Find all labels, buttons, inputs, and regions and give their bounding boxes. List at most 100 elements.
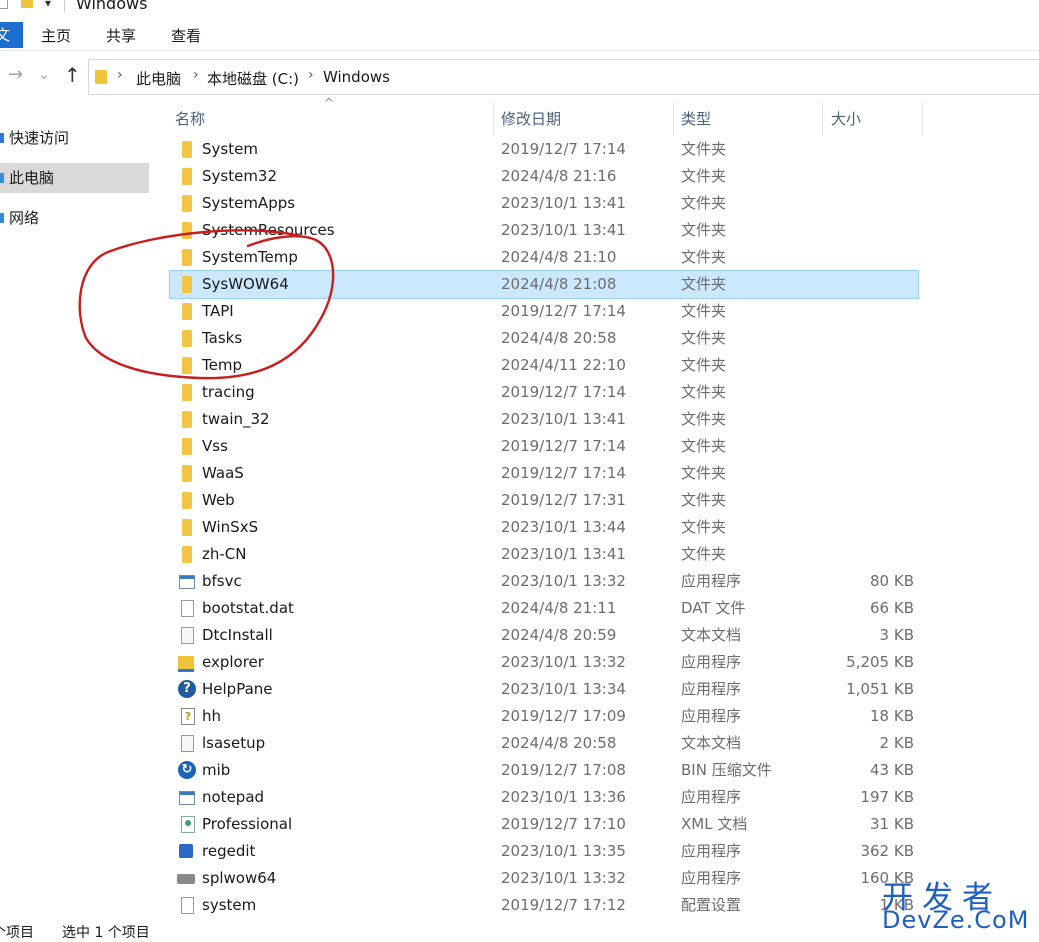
file-type: 应用程序 (681, 707, 742, 725)
file-name: lsasetup (202, 734, 266, 752)
folder-icon (182, 411, 192, 428)
breadcrumb-windows[interactable]: Windows (323, 68, 390, 86)
file-date: 2019/12/7 17:14 (501, 383, 626, 401)
sidebar-item-label: 快速访问 (9, 129, 70, 147)
file-name: Web (202, 491, 235, 509)
properties-icon[interactable] (0, 0, 8, 9)
file-row[interactable]: System32 2024/4/8 21:16 文件夹 (170, 163, 918, 190)
file-row[interactable]: Temp 2024/4/11 22:10 文件夹 (170, 352, 918, 379)
file-row[interactable]: system 2019/12/7 17:12 配置设置 1 KB (170, 892, 918, 919)
up-arrow-icon[interactable]: ↑ (64, 63, 81, 87)
file-size: 362 KB (860, 842, 914, 860)
file-row[interactable]: bfsvc 2023/10/1 13:32 应用程序 80 KB (170, 568, 918, 595)
file-type: 文件夹 (681, 437, 727, 455)
navigation-bar: → ⌄ ↑ › 此电脑 › 本地磁盘 (C:) › Windows (0, 56, 1039, 98)
file-date: 2023/10/1 13:41 (501, 221, 626, 239)
file-date: 2023/10/1 13:41 (501, 545, 626, 563)
file-row[interactable]: ? HelpPane 2023/10/1 13:34 应用程序 1,051 KB (170, 676, 918, 703)
settings-file-icon (181, 897, 194, 914)
tab-share[interactable]: 共享 (106, 25, 136, 46)
file-row[interactable]: Vss 2019/12/7 17:14 文件夹 (170, 433, 918, 460)
quick-access-dropdown-icon[interactable]: ▾ (45, 0, 51, 10)
file-date: 2023/10/1 13:35 (501, 842, 626, 860)
file-row[interactable]: SystemResources 2023/10/1 13:41 文件夹 (170, 217, 918, 244)
column-divider[interactable] (673, 102, 674, 136)
folder-icon (182, 519, 192, 536)
column-divider[interactable] (493, 102, 494, 136)
column-header-type[interactable]: 类型 (681, 102, 711, 136)
file-row[interactable]: ? hh 2019/12/7 17:09 应用程序 18 KB (170, 703, 918, 730)
file-date: 2019/12/7 17:14 (501, 140, 626, 158)
address-bar[interactable]: › 此电脑 › 本地磁盘 (C:) › Windows (88, 59, 1039, 95)
folder-icon (182, 141, 192, 158)
file-row[interactable]: notepad 2023/10/1 13:36 应用程序 197 KB (170, 784, 918, 811)
file-row[interactable]: SystemApps 2023/10/1 13:41 文件夹 (170, 190, 918, 217)
file-date: 2019/12/7 17:10 (501, 815, 626, 833)
file-name: WaaS (202, 464, 244, 482)
file-row[interactable]: System 2019/12/7 17:14 文件夹 (170, 136, 918, 163)
file-row[interactable]: splwow64 2023/10/1 13:32 应用程序 160 KB (170, 865, 918, 892)
file-row[interactable]: bootstat.dat 2024/4/8 21:11 DAT 文件 66 KB (170, 595, 918, 622)
file-type: 应用程序 (681, 842, 742, 860)
tab-home[interactable]: 主页 (41, 25, 71, 46)
file-date: 2019/12/7 17:14 (501, 464, 626, 482)
file-row[interactable]: Tasks 2024/4/8 20:58 文件夹 (170, 325, 918, 352)
file-type: 文件夹 (681, 383, 727, 401)
file-type: BIN 压缩文件 (681, 761, 772, 779)
file-name: regedit (202, 842, 256, 860)
title-divider (64, 0, 65, 12)
chevron-right-icon[interactable]: › (308, 67, 314, 83)
file-row[interactable]: tracing 2019/12/7 17:14 文件夹 (170, 379, 918, 406)
sidebar-item-label: 此电脑 (9, 169, 55, 187)
file-type: 配置设置 (681, 896, 742, 914)
sidebar-item-quick-access[interactable]: 快速访问 (0, 123, 149, 153)
file-name: SystemApps (202, 194, 296, 212)
column-header-date[interactable]: 修改日期 (501, 102, 561, 136)
column-header-size[interactable]: 大小 (831, 102, 861, 136)
column-header-name[interactable]: 名称 (175, 102, 205, 136)
app-icon (179, 791, 195, 805)
sidebar-item-network[interactable]: 网络 (0, 203, 149, 233)
file-row[interactable]: WinSxS 2023/10/1 13:44 文件夹 (170, 514, 918, 541)
text-doc-icon (181, 627, 194, 644)
navigation-pane: 快速访问 此电脑 网络 (0, 108, 150, 920)
tab-file[interactable]: 文件 (0, 22, 23, 48)
recent-locations-chevron-icon[interactable]: ⌄ (38, 67, 50, 83)
file-row[interactable]: SystemTemp 2024/4/8 21:10 文件夹 (170, 244, 918, 271)
file-row[interactable]: Web 2019/12/7 17:31 文件夹 (170, 487, 918, 514)
file-row[interactable]: SysWOW64 2024/4/8 21:08 文件夹 (169, 270, 919, 299)
file-row[interactable]: TAPI 2019/12/7 17:14 文件夹 (170, 298, 918, 325)
sidebar-item-label: 网络 (9, 209, 40, 227)
file-type: 文本文档 (681, 734, 742, 752)
file-name: bootstat.dat (202, 599, 294, 617)
file-type: 应用程序 (681, 788, 742, 806)
chevron-right-icon[interactable]: › (117, 67, 123, 83)
file-row[interactable]: twain_32 2023/10/1 13:41 文件夹 (170, 406, 918, 433)
file-row[interactable]: Professional 2019/12/7 17:10 XML 文档 31 KB (170, 811, 918, 838)
breadcrumb-this-pc[interactable]: 此电脑 (136, 68, 181, 89)
file-date: 2024/4/8 20:58 (501, 734, 617, 752)
file-row[interactable]: lsasetup 2024/4/8 20:58 文本文档 2 KB (170, 730, 918, 757)
file-date: 2023/10/1 13:32 (501, 869, 626, 887)
file-row[interactable]: DtcInstall 2024/4/8 20:59 文本文档 3 KB (170, 622, 918, 649)
folder-icon (182, 303, 192, 320)
file-name: Professional (202, 815, 293, 833)
file-name: Tasks (202, 329, 243, 347)
forward-arrow-icon[interactable]: → (8, 64, 23, 85)
file-date: 2024/4/11 22:10 (501, 356, 626, 374)
file-size: 197 KB (860, 788, 914, 806)
chevron-right-icon[interactable]: › (193, 67, 199, 83)
tab-view[interactable]: 查看 (171, 25, 201, 46)
file-row[interactable]: zh-CN 2023/10/1 13:41 文件夹 (170, 541, 918, 568)
file-row[interactable]: WaaS 2019/12/7 17:14 文件夹 (170, 460, 918, 487)
sidebar-item-this-pc[interactable]: 此电脑 (0, 163, 149, 193)
title-bar: ▾ Windows (0, 0, 1039, 14)
column-divider[interactable] (922, 102, 923, 136)
column-divider[interactable] (822, 102, 823, 136)
file-row[interactable]: regedit 2023/10/1 13:35 应用程序 362 KB (170, 838, 918, 865)
file-row[interactable]: ↻ mib 2019/12/7 17:08 BIN 压缩文件 43 KB (170, 757, 918, 784)
breadcrumb-local-disk[interactable]: 本地磁盘 (C:) (207, 68, 299, 89)
folder-icon[interactable] (21, 0, 33, 8)
folder-icon (182, 168, 192, 185)
file-row[interactable]: explorer 2023/10/1 13:32 应用程序 5,205 KB (170, 649, 918, 676)
